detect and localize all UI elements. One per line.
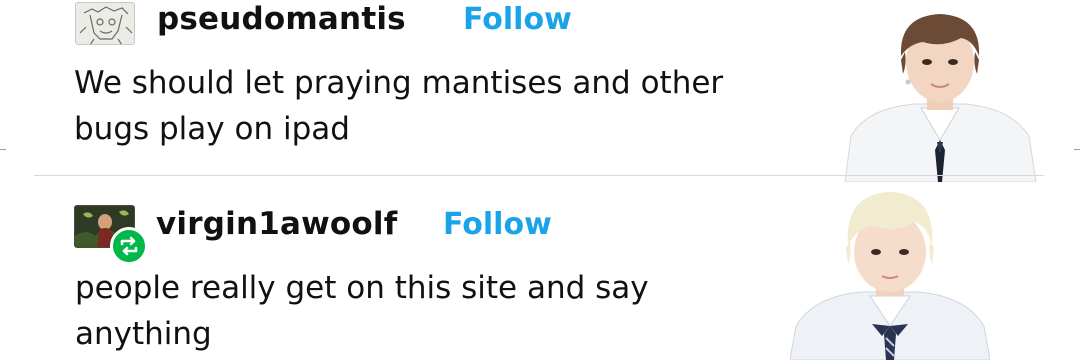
reblog-badge: [110, 227, 148, 265]
sketch-drawing-icon: [79, 6, 133, 44]
reblog-icon: [120, 236, 138, 256]
post-username[interactable]: virgin1awoolf: [156, 209, 397, 240]
post-body-text: We should let praying mantises and other…: [74, 65, 724, 147]
post-username[interactable]: pseudomantis: [157, 4, 406, 35]
person-photo: [790, 176, 990, 360]
sketch-avatar-icon[interactable]: [75, 2, 135, 45]
follow-button[interactable]: Follow: [463, 5, 572, 35]
person-photo: [843, 4, 1038, 182]
follow-button[interactable]: Follow: [443, 210, 552, 240]
post-card-virgin1awoolf: virgin1awoolf Follow people really get o…: [0, 176, 1080, 360]
edge-mark-left: [0, 149, 6, 150]
post-body-text: people really get on this site and say a…: [75, 270, 649, 352]
edge-mark-right: [1074, 149, 1080, 150]
post-card-pseudomantis: pseudomantis Follow We should let prayin…: [0, 0, 1080, 182]
